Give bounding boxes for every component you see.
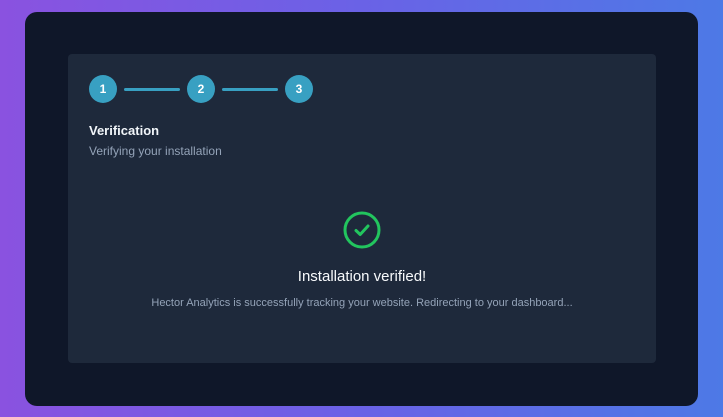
progress-stepper: 1 2 3 xyxy=(89,75,313,103)
section-subtitle: Verifying your installation xyxy=(89,144,222,158)
modal-card: 1 2 3 Verification Verifying your instal… xyxy=(25,12,698,406)
success-message: Hector Analytics is successfully trackin… xyxy=(151,297,573,309)
step-3: 3 xyxy=(285,75,313,103)
step-connector-2 xyxy=(222,87,278,91)
step-2: 2 xyxy=(187,75,215,103)
success-title: Installation verified! xyxy=(297,268,427,285)
check-circle-icon xyxy=(343,211,381,249)
verification-panel: 1 2 3 Verification Verifying your instal… xyxy=(68,54,656,363)
step-1: 1 xyxy=(89,75,117,103)
step-connector-1 xyxy=(124,87,180,91)
section-title: Verification xyxy=(89,123,160,138)
